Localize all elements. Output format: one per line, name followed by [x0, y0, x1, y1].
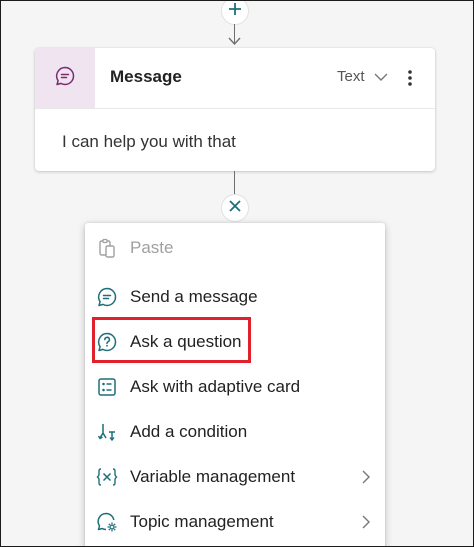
message-node[interactable]: Message Text I can help you with that: [35, 48, 435, 171]
more-options-icon[interactable]: [407, 68, 413, 93]
menu-item-paste[interactable]: Paste: [85, 225, 385, 270]
chevron-right-icon: [361, 514, 371, 535]
menu-item-variable-management[interactable]: Variable management: [85, 454, 385, 499]
close-icon: [227, 198, 243, 219]
menu-item-label: Variable management: [130, 467, 296, 486]
message-icon: [54, 65, 76, 92]
menu-item-send-message[interactable]: Send a message: [85, 274, 385, 319]
menu-item-topic-management[interactable]: Topic management: [85, 499, 385, 544]
condition-icon: [96, 421, 118, 443]
menu-item-add-condition[interactable]: Add a condition: [85, 409, 385, 454]
plus-icon: [227, 1, 243, 22]
topic-icon: [96, 511, 118, 533]
highlight-annotation: [92, 317, 251, 363]
close-menu-button[interactable]: [221, 194, 249, 222]
add-node-button-top[interactable]: [221, 1, 249, 25]
connector-bottom: [234, 171, 235, 195]
chevron-down-icon[interactable]: [373, 70, 389, 88]
connector-arrow-icon: [228, 37, 241, 46]
message-text[interactable]: I can help you with that: [62, 132, 236, 152]
menu-item-label: Topic management: [130, 512, 274, 531]
menu-item-label: Ask with adaptive card: [130, 377, 301, 396]
chevron-right-icon: [361, 469, 371, 490]
menu-item-adaptive-card[interactable]: Ask with adaptive card: [85, 364, 385, 409]
authoring-canvas: Message Text I can help you with that Pa…: [0, 0, 474, 547]
message-node-title: Message: [110, 67, 182, 86]
variable-icon: [96, 466, 118, 488]
menu-item-label: Paste: [130, 238, 174, 257]
divider: [35, 108, 435, 109]
message-node-icon-box: [35, 48, 95, 108]
message-type-dropdown[interactable]: Text: [337, 68, 365, 85]
adaptive-card-icon: [96, 376, 118, 398]
add-node-menu: Paste Send a message Ask a question Ask …: [85, 223, 385, 546]
message-icon: [96, 286, 118, 308]
menu-item-label: Add a condition: [130, 422, 248, 441]
message-node-header: Message Text: [35, 48, 435, 108]
paste-icon: [96, 237, 118, 259]
menu-item-label: Send a message: [130, 287, 258, 306]
